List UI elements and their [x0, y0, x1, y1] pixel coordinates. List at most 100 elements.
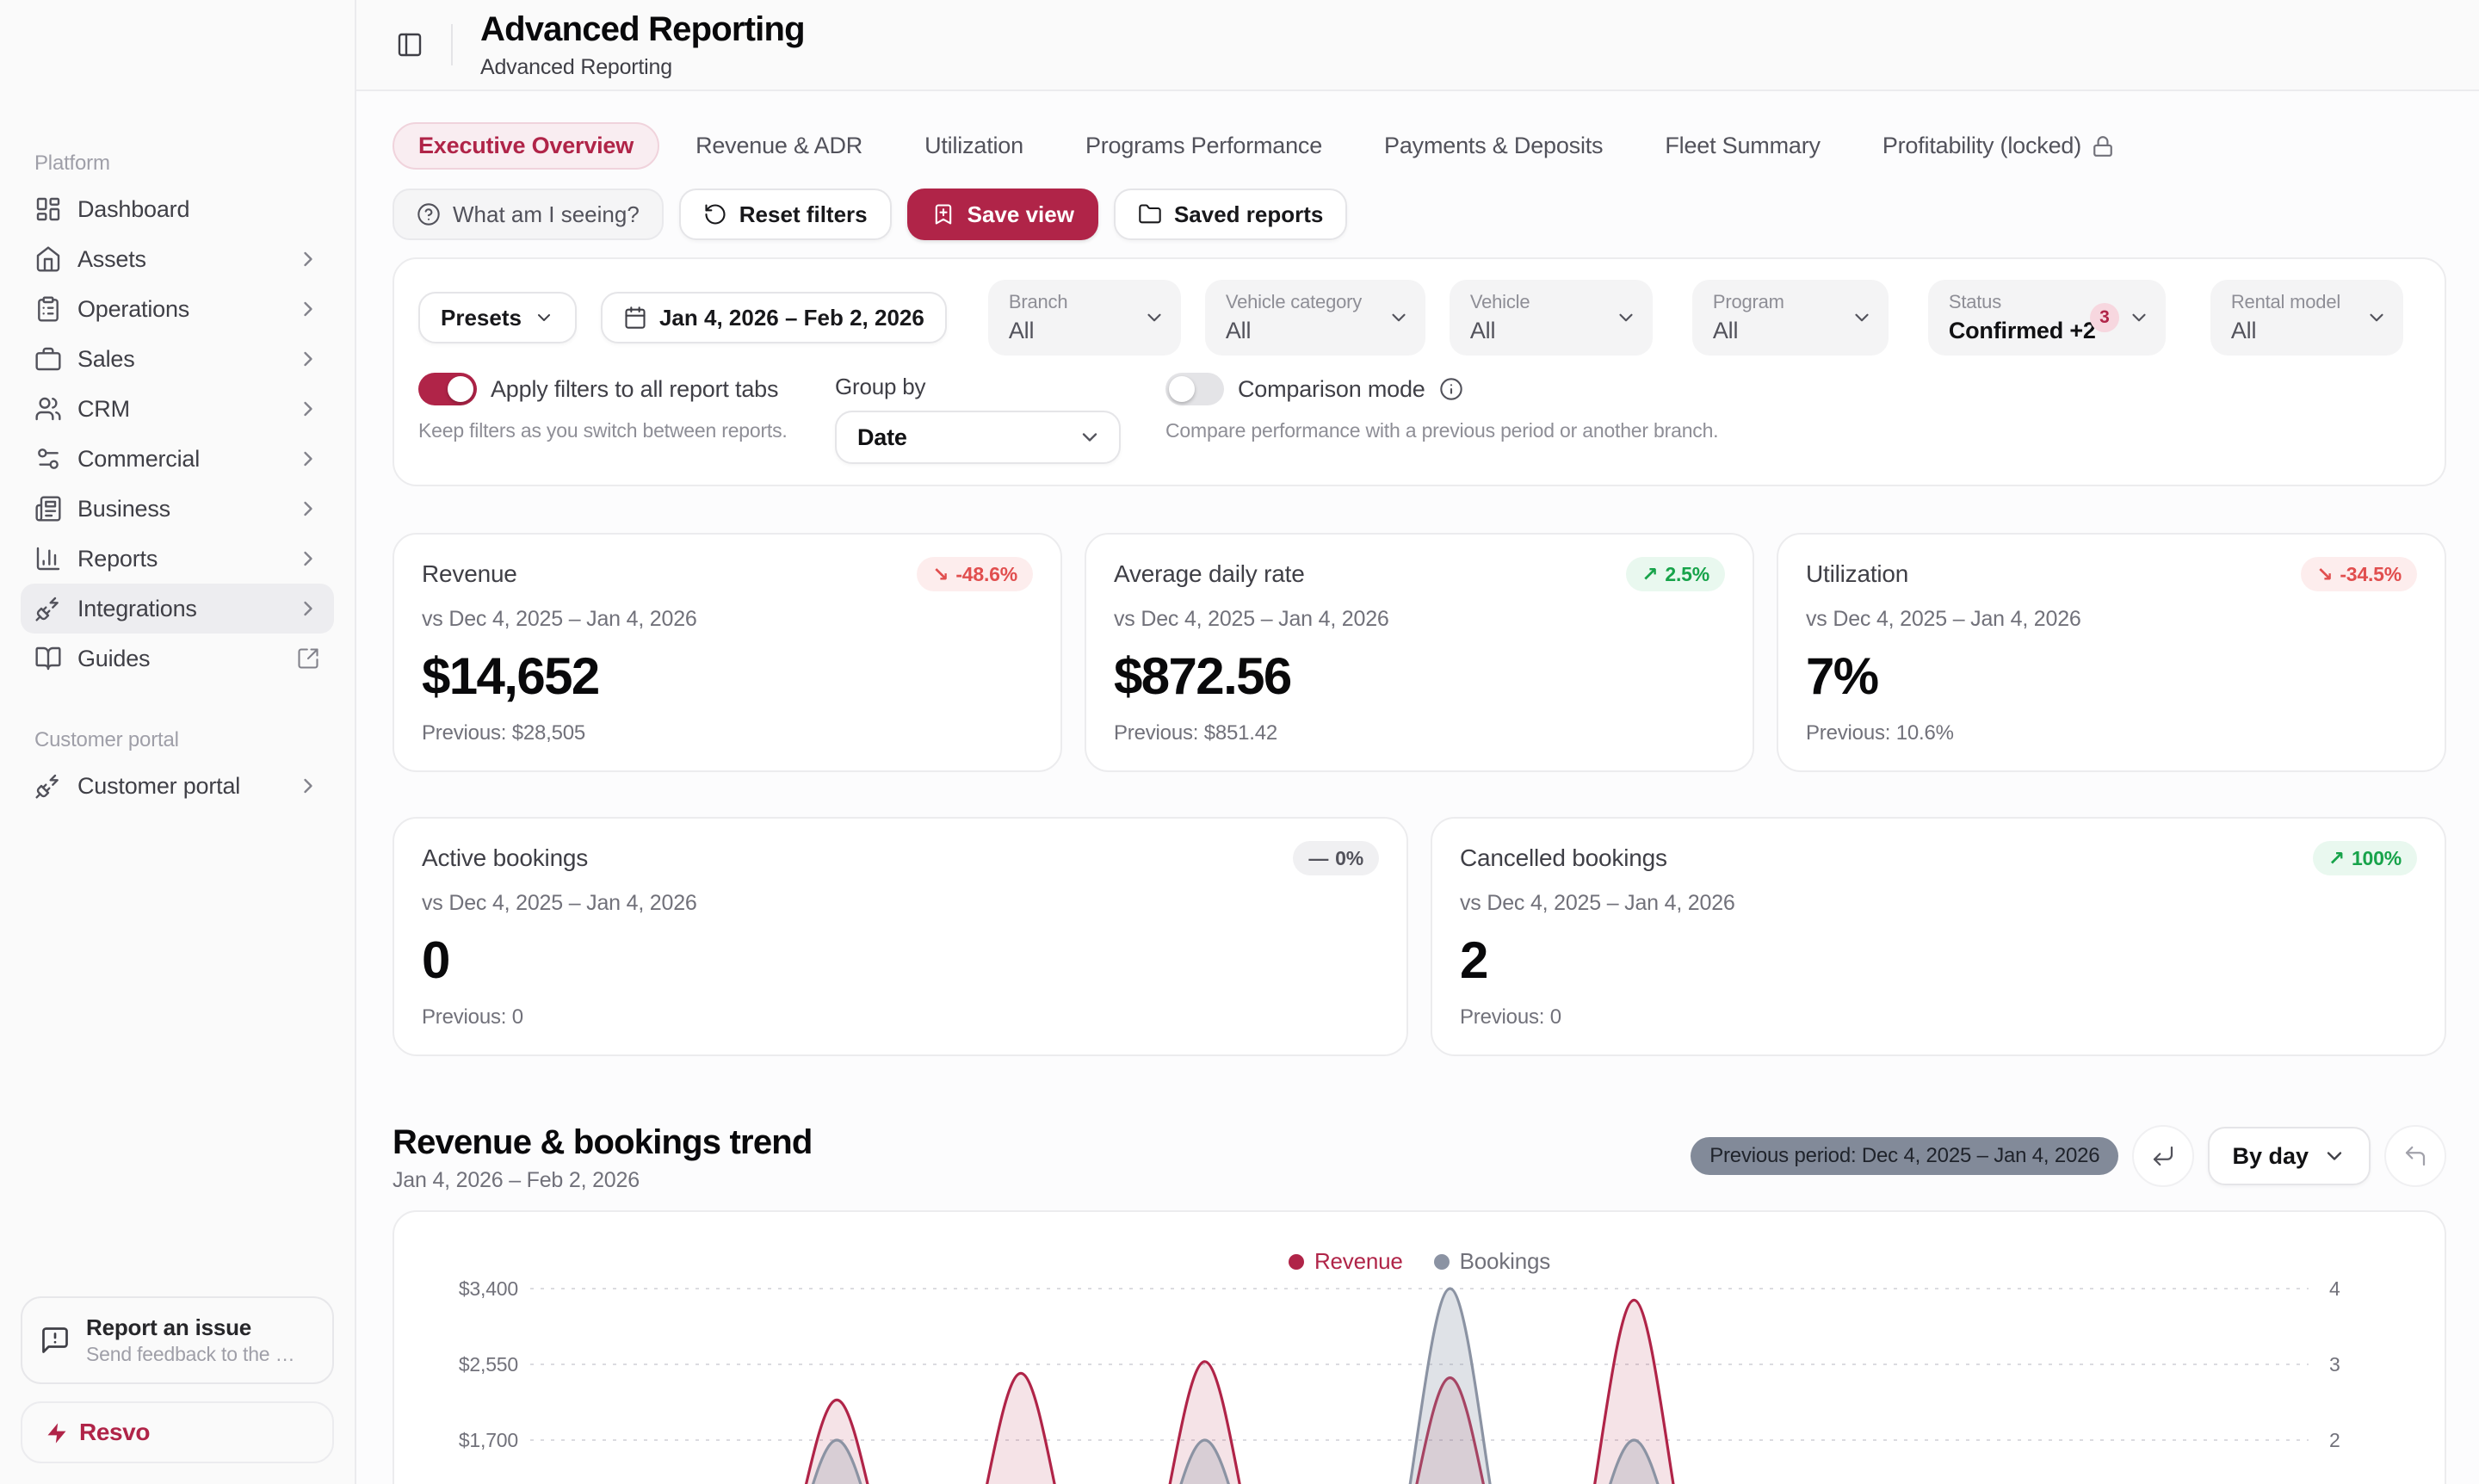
sidebar-item-label: Sales — [77, 346, 281, 373]
brand-name: Resvo — [79, 1419, 150, 1446]
external-link-icon — [296, 646, 320, 671]
tab-executive-overview[interactable]: Executive Overview — [393, 122, 659, 170]
trend-section-header: Revenue & bookings trend Jan 4, 2026 – F… — [393, 1122, 2446, 1193]
kpi-title: Active bookings — [422, 844, 588, 872]
corner-up-left-icon — [2402, 1143, 2428, 1169]
tab-revenue-adr[interactable]: Revenue & ADR — [670, 122, 888, 170]
group-by-select[interactable]: Date — [835, 411, 1121, 464]
sidebar-item-guides[interactable]: Guides — [21, 634, 334, 683]
toggle-description: Keep filters as you switch between repor… — [418, 419, 776, 442]
svg-text:4: 4 — [2329, 1277, 2340, 1300]
tab-profitability-locked[interactable]: Profitability (locked) — [1857, 122, 2140, 170]
bookmark-plus-icon — [931, 202, 955, 226]
comparison-mode-toggle[interactable] — [1165, 373, 1224, 405]
trend-arrow-icon: ↗ — [1641, 563, 1658, 586]
trend-title-block: Revenue & bookings trend Jan 4, 2026 – F… — [393, 1122, 813, 1193]
trend-badge: —0% — [1293, 841, 1379, 875]
kpi-card-average-daily-rate: Average daily rate ↗2.5% vs Dec 4, 2025 … — [1085, 533, 1754, 772]
undo-button[interactable] — [2384, 1125, 2446, 1187]
date-range-button[interactable]: Jan 4, 2026 – Feb 2, 2026 — [601, 292, 947, 343]
report-tabs: Executive Overview Revenue & ADR Utiliza… — [356, 91, 2479, 170]
trend-arrow-icon: — — [1308, 847, 1328, 870]
legend-item-bookings[interactable]: Bookings — [1434, 1248, 1550, 1275]
sidebar-item-integrations[interactable]: Integrations — [21, 584, 334, 634]
toggle-label: Apply filters to all report tabs — [491, 376, 778, 403]
sidebar-item-commercial[interactable]: Commercial — [21, 434, 334, 484]
kpi-compare: vs Dec 4, 2025 – Jan 4, 2026 — [1114, 607, 1725, 632]
granularity-select[interactable]: By day — [2208, 1127, 2371, 1185]
branch-filter[interactable]: Branch All — [988, 280, 1181, 356]
filter-row: Presets Jan 4, 2026 – Feb 2, 2026 Branch… — [418, 280, 2420, 356]
vehicle-filter[interactable]: Vehicle All — [1450, 280, 1653, 356]
presets-button[interactable]: Presets — [418, 292, 577, 343]
filter-panel: Presets Jan 4, 2026 – Feb 2, 2026 Branch… — [393, 257, 2446, 486]
kpi-compare: vs Dec 4, 2025 – Jan 4, 2026 — [422, 891, 1379, 916]
chevron-right-icon — [296, 347, 320, 371]
tab-label: Profitability (locked) — [1882, 133, 2081, 159]
kpi-compare: vs Dec 4, 2025 – Jan 4, 2026 — [1806, 607, 2417, 632]
trend-badge: ↘-48.6% — [917, 557, 1033, 591]
legend-dot-revenue — [1289, 1254, 1304, 1270]
button-label: Save view — [967, 201, 1074, 228]
sidebar-toggle-button[interactable] — [386, 21, 434, 69]
brand-button[interactable]: Resvo — [21, 1401, 334, 1463]
save-view-button[interactable]: Save view — [907, 189, 1098, 240]
tab-label: Fleet Summary — [1665, 133, 1820, 159]
apply-filters-toggle[interactable] — [418, 373, 477, 405]
vehicle-category-filter[interactable]: Vehicle category All — [1205, 280, 1425, 356]
plug-zap-icon — [34, 772, 62, 800]
page-subtitle: Advanced Reporting — [480, 54, 805, 80]
what-am-i-seeing-button[interactable]: What am I seeing? — [393, 189, 664, 240]
tab-utilization[interactable]: Utilization — [899, 122, 1049, 170]
rental-model-filter[interactable]: Rental model All — [2210, 280, 2403, 356]
group-by-value: Date — [857, 424, 907, 451]
tab-label: Executive Overview — [418, 133, 634, 159]
legend-item-revenue[interactable]: Revenue — [1289, 1248, 1403, 1275]
tab-fleet-summary[interactable]: Fleet Summary — [1639, 122, 1845, 170]
plug-zap-icon — [34, 595, 62, 622]
header-title-block: Advanced Reporting Advanced Reporting — [480, 9, 805, 80]
button-label: Presets — [441, 305, 522, 331]
filter-value: All — [1226, 317, 1381, 344]
trend-badge: ↗2.5% — [1626, 557, 1725, 591]
report-issue-text: Report an issue Send feedback to the Res… — [86, 1314, 306, 1367]
sidebar-item-business[interactable]: Business — [21, 484, 334, 534]
chevron-right-icon — [296, 247, 320, 271]
tab-label: Programs Performance — [1085, 133, 1322, 159]
tab-payments-deposits[interactable]: Payments & Deposits — [1358, 122, 1629, 170]
sidebar-section-platform: Platform — [21, 151, 334, 176]
chevron-right-icon — [296, 297, 320, 321]
sidebar-item-sales[interactable]: Sales — [21, 334, 334, 384]
sidebar-item-crm[interactable]: CRM — [21, 384, 334, 434]
kpi-row-2: Active bookings —0% vs Dec 4, 2025 – Jan… — [393, 817, 2446, 1056]
toolbar: What am I seeing? Reset filters Save vie… — [356, 170, 2479, 240]
status-filter[interactable]: Status Confirmed +2 3 — [1928, 280, 2166, 356]
chart-legend: Revenue Bookings — [394, 1248, 2445, 1275]
legend-dot-bookings — [1434, 1254, 1450, 1270]
kpi-previous: Previous: 0 — [422, 1005, 1379, 1030]
filter-label: Program — [1713, 291, 1844, 313]
sidebar-item-operations[interactable]: Operations — [21, 284, 334, 334]
report-issue-subtitle: Send feedback to the Resvo... — [86, 1341, 306, 1367]
badge-value: -48.6% — [955, 563, 1017, 586]
report-issue-card[interactable]: Report an issue Send feedback to the Res… — [21, 1296, 334, 1384]
sidebar-item-label: Operations — [77, 296, 281, 323]
sidebar-section-customer-portal: Customer portal — [21, 728, 334, 752]
sidebar-spacer — [21, 811, 334, 1296]
trend-badge: ↘-34.5% — [2301, 557, 2417, 591]
tab-programs-performance[interactable]: Programs Performance — [1060, 122, 1348, 170]
sidebar-item-reports[interactable]: Reports — [21, 534, 334, 584]
program-filter[interactable]: Program All — [1692, 280, 1889, 356]
svg-text:$3,400: $3,400 — [459, 1277, 518, 1300]
kpi-card-revenue: Revenue ↘-48.6% vs Dec 4, 2025 – Jan 4, … — [393, 533, 1062, 772]
reset-filters-button[interactable]: Reset filters — [679, 189, 892, 240]
sidebar-item-dashboard[interactable]: Dashboard — [21, 184, 334, 234]
sidebar-item-customer-portal[interactable]: Customer portal — [21, 761, 334, 811]
house-icon — [34, 245, 62, 273]
status-count-badge: 3 — [2090, 303, 2119, 332]
compare-return-button[interactable] — [2132, 1125, 2194, 1187]
sidebar-item-assets[interactable]: Assets — [21, 234, 334, 284]
kpi-compare: vs Dec 4, 2025 – Jan 4, 2026 — [1460, 891, 2417, 916]
chevron-right-icon — [296, 597, 320, 621]
saved-reports-button[interactable]: Saved reports — [1114, 189, 1347, 240]
